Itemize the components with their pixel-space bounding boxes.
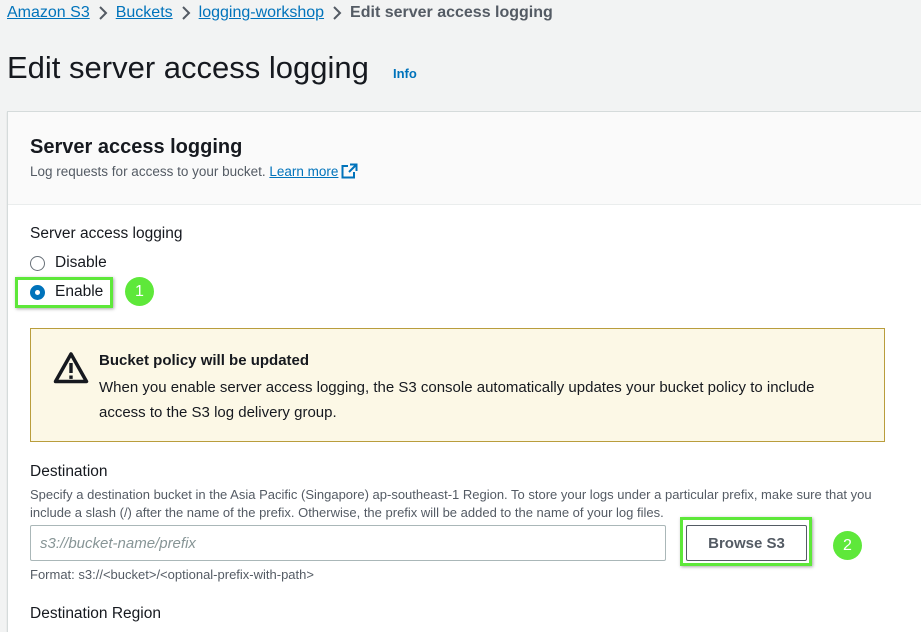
chevron-right-icon bbox=[90, 4, 116, 22]
alert-title: Bucket policy will be updated bbox=[99, 352, 310, 369]
destination-description: Specify a destination bucket in the Asia… bbox=[30, 487, 872, 520]
panel-description-text: Log requests for access to your bucket. bbox=[30, 164, 266, 179]
radio-disable[interactable]: Disable bbox=[30, 254, 107, 272]
learn-more-link[interactable]: Learn more bbox=[269, 164, 338, 179]
breadcrumb-buckets[interactable]: Buckets bbox=[116, 4, 173, 22]
breadcrumb-amazon-s3[interactable]: Amazon S3 bbox=[7, 4, 90, 22]
warning-icon bbox=[53, 351, 89, 389]
panel-title: Server access logging bbox=[30, 136, 243, 158]
enable-highlight-box bbox=[15, 277, 113, 308]
page-title: Edit server access logging bbox=[7, 50, 369, 85]
breadcrumb-bucket[interactable]: logging-workshop bbox=[199, 4, 324, 22]
destination-label: Destination bbox=[30, 463, 108, 480]
breadcrumb-current: Edit server access logging bbox=[350, 4, 553, 21]
panel-header: Server access logging Log requests for a… bbox=[8, 112, 921, 205]
learn-more-label: Learn more bbox=[269, 164, 339, 179]
radio-disable-control[interactable] bbox=[30, 255, 45, 271]
logging-field-label: Server access logging bbox=[30, 225, 183, 242]
destination-region-label: Destination Region bbox=[30, 605, 161, 622]
info-link[interactable]: Info bbox=[393, 66, 417, 81]
browse-highlight-box bbox=[680, 517, 812, 566]
bucket-policy-warning: Bucket policy will be updated When you e… bbox=[30, 328, 885, 442]
external-link-icon[interactable] bbox=[341, 163, 358, 182]
step-2-badge: 2 bbox=[833, 531, 862, 560]
step-1-badge: 1 bbox=[125, 277, 154, 306]
chevron-right-icon bbox=[173, 4, 199, 22]
breadcrumb: Amazon S3 Buckets logging-workshop Edit … bbox=[7, 3, 553, 23]
alert-body: When you enable server access logging, t… bbox=[99, 379, 815, 421]
chevron-right-icon bbox=[324, 4, 350, 22]
destination-input[interactable] bbox=[30, 525, 666, 561]
server-access-logging-panel: Server access logging Log requests for a… bbox=[7, 111, 921, 632]
radio-disable-label: Disable bbox=[55, 254, 107, 271]
destination-format-hint: Format: s3://<bucket>/<optional-prefix-w… bbox=[30, 567, 314, 582]
panel-description: Log requests for access to your bucket. … bbox=[30, 163, 358, 182]
